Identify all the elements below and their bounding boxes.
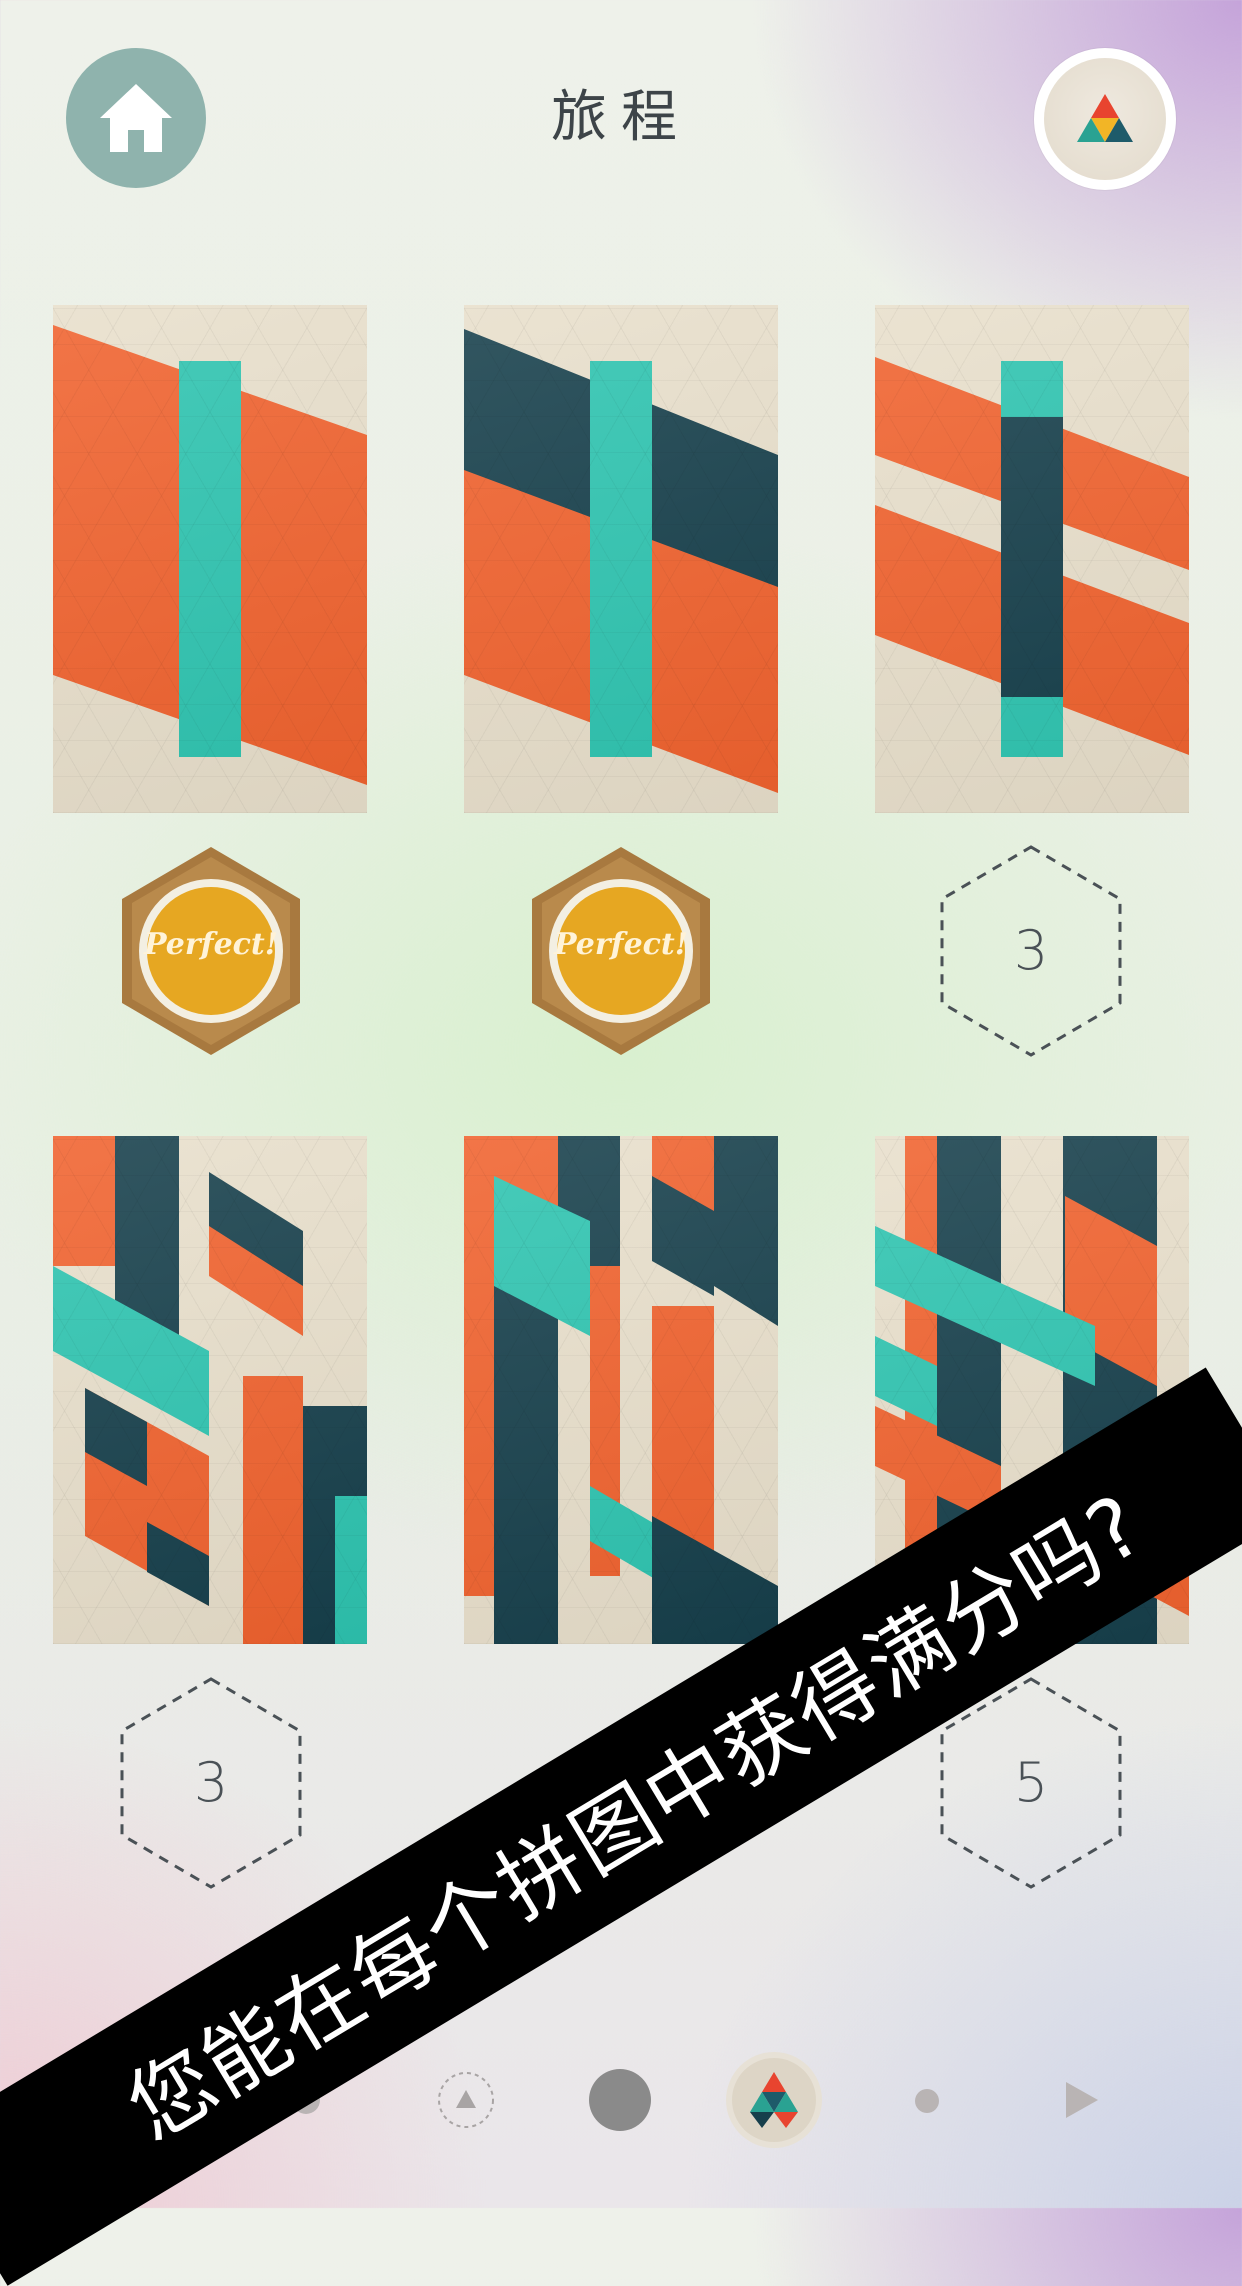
triangle-outline-icon[interactable] bbox=[436, 2070, 496, 2130]
puzzle-card-1[interactable] bbox=[53, 305, 367, 813]
perfect-label: Perfect! bbox=[554, 927, 688, 962]
moves-count: 5 bbox=[1013, 1751, 1049, 1814]
puzzle-card-5[interactable] bbox=[464, 1136, 778, 1644]
puzzle-card-3[interactable] bbox=[875, 305, 1189, 813]
dot-icon[interactable] bbox=[912, 2086, 942, 2116]
home-icon bbox=[100, 84, 172, 152]
moves-count: 3 bbox=[1013, 919, 1049, 982]
palette-triangle-icon bbox=[1077, 94, 1133, 142]
perfect-badge-2: Perfect! bbox=[526, 843, 716, 1059]
home-button[interactable] bbox=[66, 48, 206, 188]
puzzle-card-2[interactable] bbox=[464, 305, 778, 813]
puzzle-card-4[interactable] bbox=[53, 1136, 367, 1644]
moves-badge-3: 3 bbox=[936, 843, 1126, 1059]
palette-button[interactable] bbox=[1034, 48, 1176, 190]
palette-current-icon[interactable] bbox=[724, 2050, 824, 2150]
perfect-badge-1: Perfect! bbox=[116, 843, 306, 1059]
moves-count: 3 bbox=[193, 1751, 229, 1814]
moves-badge-4: 3 bbox=[116, 1675, 306, 1891]
circle-filled-icon[interactable] bbox=[588, 2068, 652, 2132]
perfect-label: Perfect! bbox=[144, 927, 278, 962]
page-title: 旅程 bbox=[551, 85, 691, 150]
play-arrow-icon[interactable] bbox=[1062, 2080, 1102, 2120]
